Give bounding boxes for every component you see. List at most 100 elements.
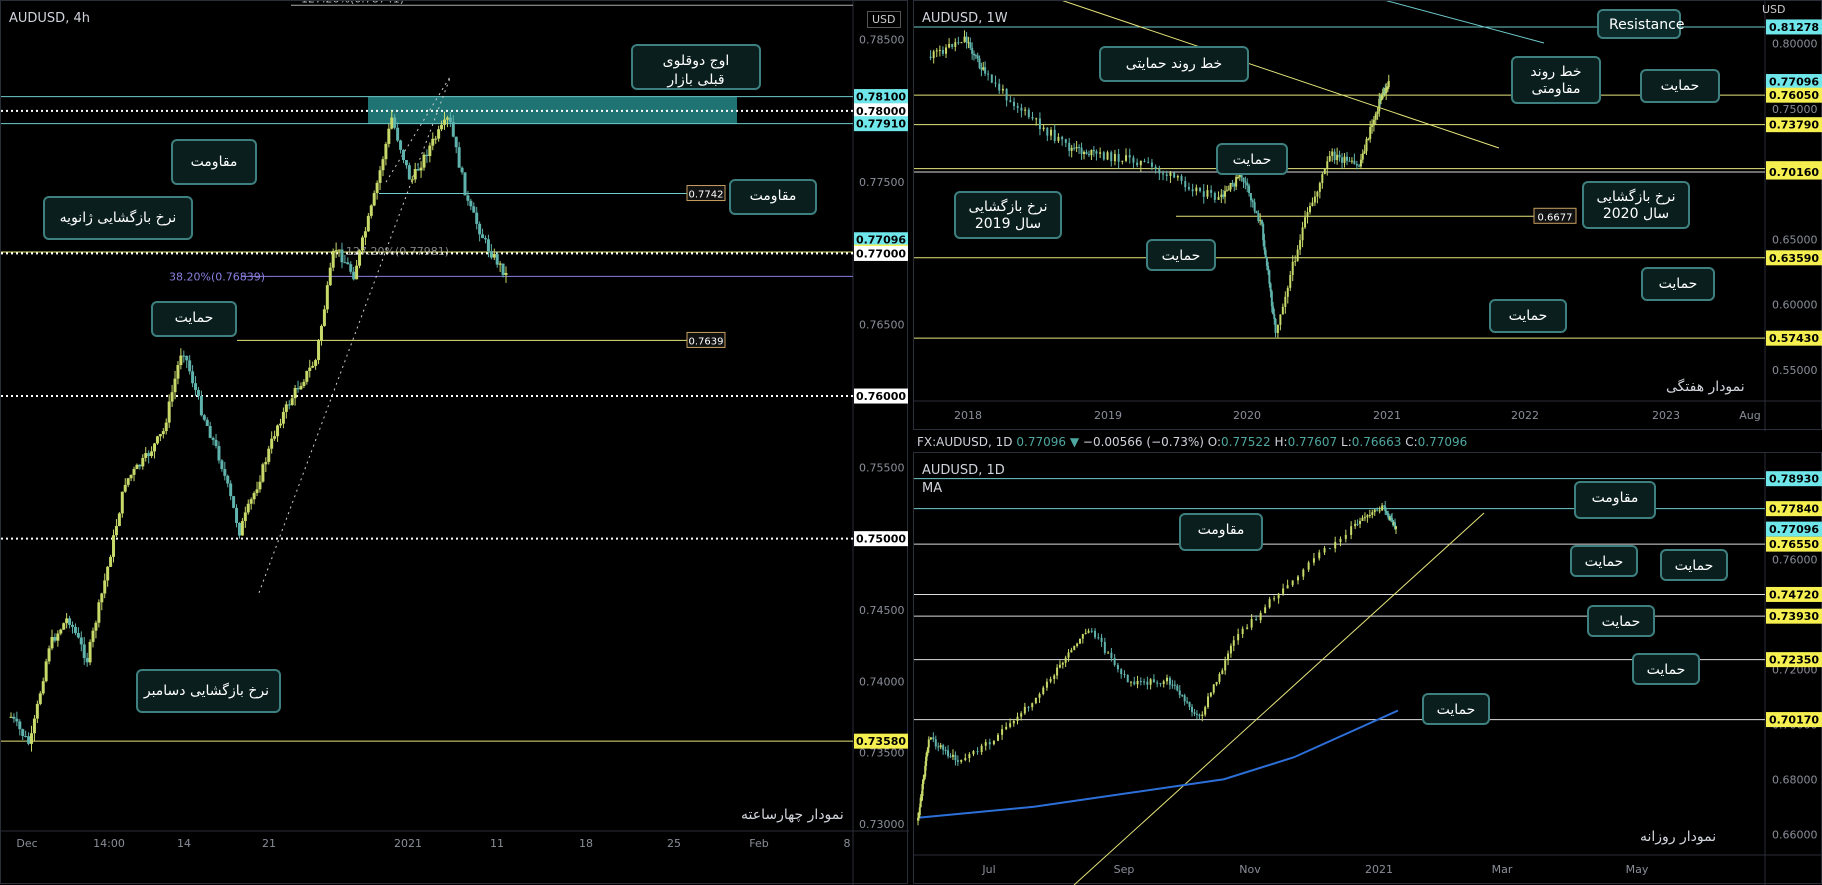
candle-4h-body xyxy=(472,206,476,213)
candle-4h-body xyxy=(399,140,403,150)
candle-4h-body xyxy=(185,355,189,361)
candle-4h-body xyxy=(431,138,435,146)
candle-weekly-body xyxy=(1217,196,1220,200)
callout-resistance-daily-b: مقاومت xyxy=(1179,513,1263,551)
candle-4h-body xyxy=(15,718,19,722)
candle-4h-body xyxy=(337,249,341,251)
candle-weekly-body xyxy=(1106,152,1109,160)
candle-weekly-body xyxy=(1286,287,1289,297)
candle-weekly-body xyxy=(1355,163,1358,166)
candle-4h-body xyxy=(504,272,508,275)
candle-4h-body xyxy=(44,661,48,682)
candle-4h-body xyxy=(343,262,347,264)
candle-weekly-body xyxy=(948,43,951,48)
candle-4h-body xyxy=(56,633,60,641)
candle-4h-body xyxy=(273,436,277,439)
price-tag: 0.77840 xyxy=(1769,503,1819,516)
candle-weekly-body xyxy=(1341,157,1344,163)
candle-daily-body xyxy=(1328,548,1331,550)
candle-daily-body xyxy=(1123,673,1126,675)
fib-top-label: 127.20%(0.78741) xyxy=(301,1,404,5)
candle-weekly-body xyxy=(1257,213,1260,221)
info-symbol[interactable]: FX:AUDUSD, 1D xyxy=(917,435,1013,449)
candle-daily-body xyxy=(1378,510,1381,512)
candle-weekly-body xyxy=(1358,165,1361,167)
callout-resistance-7742: مقاومت xyxy=(729,179,817,215)
candle-4h-body xyxy=(478,223,482,235)
callout-support-weekly-a: حمایت xyxy=(1640,69,1720,103)
chart-panel-4h[interactable]: 127.20%(0.78741) 127.20%(0.77981) 38.20%(0… xyxy=(0,0,909,885)
callout-resistance-left: مقاومت xyxy=(171,139,257,185)
candle-4h-body xyxy=(150,451,154,457)
candle-4h-body xyxy=(188,360,192,372)
candle-daily-body xyxy=(949,756,952,758)
candle-4h-body xyxy=(483,238,487,240)
candle-weekly-body xyxy=(945,47,948,54)
chart-panel-daily[interactable]: 0.760000.720000.700000.680000.660000.789… xyxy=(913,452,1822,885)
candle-weekly-body xyxy=(1147,161,1150,163)
candle-weekly-body xyxy=(1064,139,1067,143)
callout-support-weekly-b: حمایت xyxy=(1216,143,1288,175)
candle-4h-body xyxy=(366,215,370,232)
candle-4h-body xyxy=(331,250,335,268)
candle-4h-body xyxy=(270,438,274,449)
candle-daily-body xyxy=(1110,652,1113,658)
candle-daily-body xyxy=(1087,630,1090,633)
candle-weekly-body xyxy=(1264,250,1267,258)
candle-daily-body xyxy=(1188,701,1191,707)
candle-4h-body xyxy=(308,367,312,371)
candle-weekly-body xyxy=(1099,152,1102,154)
candle-weekly-body xyxy=(1068,142,1071,151)
candle-weekly-body xyxy=(1136,162,1139,166)
price-tag: 0.76050 xyxy=(1769,89,1819,102)
chart-daily-caption: نمودار روزانه xyxy=(1640,829,1717,845)
candle-4h-body xyxy=(109,556,113,567)
chart-daily-indicator[interactable]: MA xyxy=(922,481,942,496)
candle-weekly-body xyxy=(1269,283,1272,292)
price-tag: 0.76000 xyxy=(856,390,906,403)
x-tick: 2022 xyxy=(1511,409,1539,422)
candle-weekly-body xyxy=(1274,318,1277,333)
candle-daily-body xyxy=(992,740,995,745)
candle-weekly-body xyxy=(1301,227,1304,241)
candle-4h-body xyxy=(387,128,391,144)
candle-daily-body xyxy=(1012,720,1015,724)
candle-daily-body xyxy=(1359,520,1362,524)
candle-4h-body xyxy=(372,193,376,206)
candle-weekly-body xyxy=(1343,156,1346,163)
candle-weekly-body xyxy=(1328,155,1331,162)
currency-badge[interactable]: USD xyxy=(867,11,901,28)
candle-weekly-body xyxy=(1259,220,1262,222)
candle-weekly-body xyxy=(1042,127,1045,130)
chart-4h-canvas[interactable]: 127.20%(0.78741) 127.20%(0.77981) 38.20%(0… xyxy=(1,1,909,885)
x-tick: 11 xyxy=(490,837,504,850)
candle-daily-body xyxy=(1350,526,1353,535)
x-tick: Sep xyxy=(1114,863,1135,876)
candle-4h-body xyxy=(299,385,303,390)
candle-weekly-body xyxy=(1263,240,1266,251)
candle-daily-body xyxy=(1152,679,1155,683)
candle-4h-body xyxy=(217,446,221,461)
candle-daily-body xyxy=(1218,673,1221,682)
candle-4h-body xyxy=(120,491,124,514)
callout-dec-open: نرخ بازگشایی دسامبر xyxy=(136,669,281,713)
candle-daily-body xyxy=(1361,517,1364,521)
candle-4h-body xyxy=(249,499,253,504)
candle-daily-body xyxy=(1371,512,1374,516)
candle-daily-body xyxy=(956,760,959,762)
chart-panel-weekly[interactable]: 0.66770.800000.750000.700000.650000.6000… xyxy=(913,0,1822,431)
info-last: 0.77096 xyxy=(1016,435,1066,449)
candle-4h-body xyxy=(463,172,467,196)
candle-weekly-body xyxy=(971,47,974,54)
candle-4h-body xyxy=(27,736,31,744)
candle-4h-body xyxy=(79,637,83,645)
y-tick: 0.76000 xyxy=(1772,553,1818,566)
candle-4h-body xyxy=(416,169,420,171)
candle-weekly-body xyxy=(1233,183,1236,187)
candle-4h-body xyxy=(196,389,200,396)
candle-4h-body xyxy=(176,365,180,379)
candle-weekly-body xyxy=(1253,202,1256,212)
candle-weekly-body xyxy=(1110,152,1113,162)
info-open: 0.77522 xyxy=(1221,435,1271,449)
candle-daily-body xyxy=(1168,677,1171,685)
